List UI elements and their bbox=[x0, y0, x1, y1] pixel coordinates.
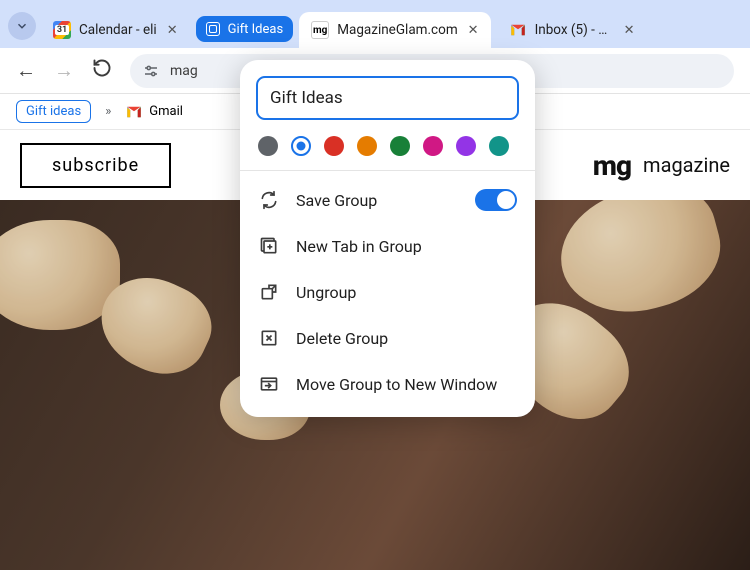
menu-save-group[interactable]: Save Group bbox=[240, 177, 535, 223]
tab-calendar[interactable]: 31 Calendar - eli ✕ bbox=[41, 12, 190, 48]
menu-ungroup[interactable]: Ungroup bbox=[240, 269, 535, 315]
tab-label: Inbox (5) - elis bbox=[535, 22, 614, 38]
menu-new-tab-in-group[interactable]: New Tab in Group bbox=[240, 223, 535, 269]
brand-text: magazine bbox=[643, 153, 730, 177]
move-window-icon bbox=[258, 373, 280, 395]
bookmark-group-chip[interactable]: Gift ideas bbox=[16, 100, 91, 123]
group-icon bbox=[206, 22, 220, 36]
new-tab-icon bbox=[258, 235, 280, 257]
reload-button[interactable] bbox=[92, 58, 112, 83]
tab-label: MagazineGlam.com bbox=[337, 22, 457, 38]
delete-icon bbox=[258, 327, 280, 349]
close-icon[interactable]: ✕ bbox=[468, 23, 479, 38]
calendar-icon: 31 bbox=[53, 21, 71, 39]
color-blue-selected[interactable] bbox=[291, 136, 311, 156]
gmail-icon bbox=[509, 21, 527, 39]
color-red[interactable] bbox=[324, 136, 344, 156]
site-favicon: mg bbox=[311, 21, 329, 39]
back-button[interactable]: ← bbox=[16, 58, 36, 83]
tab-group-menu: Save Group New Tab in Group Ungroup Dele… bbox=[240, 60, 535, 417]
color-grey[interactable] bbox=[258, 136, 278, 156]
brand-logo: mg bbox=[593, 149, 631, 182]
close-icon[interactable]: ✕ bbox=[167, 23, 178, 38]
tab-group-chip[interactable]: Gift Ideas bbox=[196, 16, 294, 42]
menu-move-to-new-window[interactable]: Move Group to New Window bbox=[240, 361, 535, 407]
ungroup-icon bbox=[258, 281, 280, 303]
color-purple[interactable] bbox=[456, 136, 476, 156]
menu-item-label: New Tab in Group bbox=[296, 237, 422, 256]
tab-strip: 31 Calendar - eli ✕ Gift Ideas mg Magazi… bbox=[0, 0, 750, 48]
menu-item-label: Save Group bbox=[296, 191, 377, 210]
site-brand: mg magazine bbox=[593, 149, 730, 182]
tune-icon bbox=[142, 62, 160, 80]
bookmark-label: Gmail bbox=[149, 104, 183, 119]
color-pink[interactable] bbox=[423, 136, 443, 156]
menu-item-label: Delete Group bbox=[296, 329, 388, 348]
color-teal[interactable] bbox=[489, 136, 509, 156]
color-green[interactable] bbox=[390, 136, 410, 156]
omnibox-text: mag bbox=[170, 63, 198, 79]
color-picker bbox=[240, 128, 535, 170]
save-group-toggle[interactable] bbox=[475, 189, 517, 211]
forward-button[interactable]: → bbox=[54, 58, 74, 83]
menu-item-label: Ungroup bbox=[296, 283, 356, 302]
menu-divider bbox=[240, 170, 535, 171]
sync-icon bbox=[258, 189, 280, 211]
gmail-icon bbox=[125, 103, 143, 121]
tab-inbox[interactable]: Inbox (5) - elis ✕ bbox=[497, 12, 647, 48]
tab-list-button[interactable] bbox=[8, 12, 36, 40]
tab-label: Calendar - eli bbox=[79, 22, 157, 38]
chevron-icon: » bbox=[105, 104, 111, 119]
color-orange[interactable] bbox=[357, 136, 377, 156]
group-name-input[interactable] bbox=[256, 76, 519, 120]
menu-item-label: Move Group to New Window bbox=[296, 375, 497, 394]
bookmark-gmail[interactable]: Gmail bbox=[125, 103, 183, 121]
group-chip-label: Gift Ideas bbox=[228, 22, 284, 37]
close-icon[interactable]: ✕ bbox=[624, 23, 635, 38]
tab-active[interactable]: mg MagazineGlam.com ✕ bbox=[299, 12, 490, 48]
subscribe-button[interactable]: subscribe bbox=[20, 143, 171, 188]
menu-delete-group[interactable]: Delete Group bbox=[240, 315, 535, 361]
